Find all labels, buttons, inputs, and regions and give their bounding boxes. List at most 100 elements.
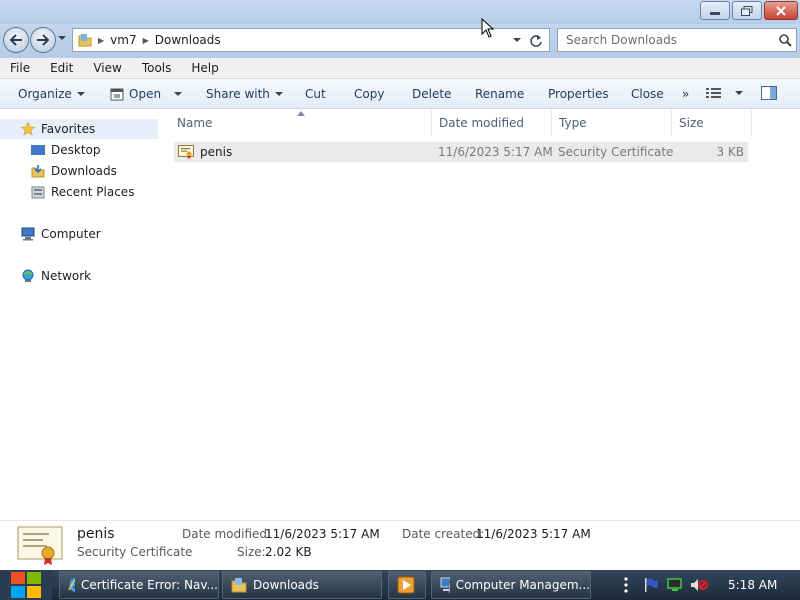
minimize-icon — [710, 11, 720, 15]
file-type: Security Certificate — [558, 145, 674, 159]
breadcrumb-vm7[interactable]: vm7 — [110, 33, 136, 47]
column-header-type[interactable]: Type — [552, 110, 672, 136]
details-size: 2.02 KB — [265, 545, 312, 559]
column-type-label: Type — [559, 116, 587, 130]
close-window-button[interactable] — [764, 1, 798, 20]
rename-button[interactable]: Rename — [475, 87, 524, 101]
title-bar[interactable] — [0, 0, 800, 24]
nav-downloads[interactable]: Downloads — [0, 161, 158, 181]
menu-view[interactable]: View — [83, 61, 131, 75]
open-icon — [110, 88, 124, 101]
details-date-modified: 11/6/2023 5:17 AM — [265, 527, 380, 541]
close-button[interactable]: Close — [631, 87, 664, 101]
mouse-cursor-icon — [481, 18, 495, 38]
search-placeholder: Search Downloads — [566, 33, 677, 47]
close-label: Close — [631, 87, 664, 101]
table-row[interactable]: penis 11/6/2023 5:17 AM Security Certifi… — [174, 142, 748, 162]
star-icon — [21, 122, 35, 136]
breadcrumb-separator-icon[interactable]: ▶ — [143, 36, 149, 45]
internet-explorer-icon — [68, 577, 75, 593]
nav-recent-places[interactable]: Recent Places — [0, 182, 158, 202]
network-icon — [22, 269, 34, 282]
taskbar-downloads-label: Downloads — [253, 578, 319, 592]
chevron-down-icon — [274, 92, 283, 96]
refresh-icon[interactable] — [529, 34, 543, 48]
delete-button[interactable]: Delete — [412, 87, 451, 101]
copy-label: Copy — [354, 87, 385, 101]
details-file-name: penis — [77, 526, 115, 542]
explorer-window: ▶ vm7 ▶ Downloads Search Downloads File … — [0, 0, 800, 570]
nav-favorites[interactable]: Favorites — [0, 119, 158, 139]
recent-pages-dropdown[interactable] — [58, 36, 66, 40]
volume-muted-icon[interactable] — [690, 577, 708, 593]
start-button[interactable] — [0, 570, 52, 600]
nav-recent-places-label: Recent Places — [51, 185, 135, 199]
certificate-icon — [178, 145, 194, 159]
clock[interactable]: 5:18 AM — [728, 578, 777, 592]
organize-button[interactable]: Organize — [18, 87, 85, 101]
back-button[interactable] — [3, 27, 29, 53]
show-hidden-icons-icon[interactable] — [623, 576, 629, 596]
recent-places-icon — [31, 186, 45, 199]
breadcrumb-downloads[interactable]: Downloads — [155, 33, 221, 47]
minimize-button[interactable] — [700, 1, 730, 20]
menu-bar: File Edit View Tools Help — [0, 58, 800, 79]
details-date-modified-label: Date modified: — [182, 527, 272, 541]
downloads-folder-icon — [31, 165, 45, 178]
properties-button[interactable]: Properties — [548, 87, 609, 101]
nav-network[interactable]: Network — [0, 266, 158, 286]
nav-computer-label: Computer — [41, 227, 101, 241]
restore-button[interactable] — [732, 1, 762, 20]
command-bar: Organize Open Share with Cut Copy Delete… — [0, 79, 800, 109]
nav-computer[interactable]: Computer — [0, 224, 158, 244]
column-header-size[interactable]: Size — [672, 110, 752, 136]
column-header-date-modified[interactable]: Date modified — [432, 110, 552, 136]
taskbar-item-downloads[interactable]: Downloads — [222, 571, 382, 599]
certificate-large-icon — [17, 526, 63, 565]
search-input[interactable]: Search Downloads — [557, 28, 797, 52]
menu-help[interactable]: Help — [181, 61, 228, 75]
forward-button[interactable] — [30, 27, 56, 53]
folder-icon — [78, 34, 92, 47]
navigation-pane: Favorites Desktop Downloads Recent Place… — [0, 110, 158, 520]
address-bar[interactable]: ▶ vm7 ▶ Downloads — [72, 28, 550, 52]
details-pane: penis Security Certificate Date modified… — [0, 520, 800, 570]
column-date-label: Date modified — [439, 116, 525, 130]
menu-file[interactable]: File — [0, 61, 40, 75]
nav-desktop[interactable]: Desktop — [0, 140, 158, 160]
share-with-button[interactable]: Share with — [206, 87, 283, 101]
details-date-created-label: Date created: — [402, 527, 485, 541]
open-button[interactable]: Open — [110, 87, 183, 101]
more-commands-button[interactable]: » — [682, 87, 689, 101]
computer-icon — [21, 227, 35, 241]
menu-edit[interactable]: Edit — [40, 61, 83, 75]
properties-label: Properties — [548, 87, 609, 101]
cut-button[interactable]: Cut — [305, 87, 326, 101]
more-label: » — [682, 87, 690, 101]
delete-label: Delete — [412, 87, 452, 101]
computer-management-icon — [440, 577, 450, 594]
change-view-button[interactable] — [706, 87, 743, 99]
menu-tools[interactable]: Tools — [132, 61, 182, 75]
column-size-label: Size — [679, 116, 704, 130]
taskbar-item-internet-explorer[interactable]: Certificate Error: Nav... — [59, 571, 219, 599]
cut-label: Cut — [305, 87, 326, 101]
share-with-label: Share with — [206, 87, 270, 101]
address-history-dropdown[interactable] — [513, 38, 521, 42]
windows-logo-icon — [11, 572, 41, 598]
search-icon[interactable] — [778, 33, 792, 47]
action-center-flag-icon[interactable] — [643, 577, 659, 593]
chevron-down-icon — [735, 91, 743, 95]
taskbar-ie-label: Certificate Error: Nav... — [81, 578, 218, 592]
column-header-name[interactable]: Name — [170, 110, 432, 136]
forward-arrow-icon — [37, 34, 50, 46]
preview-pane-button[interactable] — [761, 86, 777, 100]
network-status-icon[interactable] — [667, 577, 683, 593]
rename-label: Rename — [475, 87, 525, 101]
breadcrumb: ▶ vm7 ▶ Downloads — [98, 33, 221, 47]
taskbar-item-media-player[interactable] — [388, 571, 426, 599]
breadcrumb-separator-icon[interactable]: ▶ — [98, 36, 104, 45]
copy-button[interactable]: Copy — [354, 87, 384, 101]
taskbar-item-computer-management[interactable]: Computer Managem... — [431, 571, 591, 599]
taskbar: Certificate Error: Nav... Downloads Comp… — [0, 570, 800, 600]
